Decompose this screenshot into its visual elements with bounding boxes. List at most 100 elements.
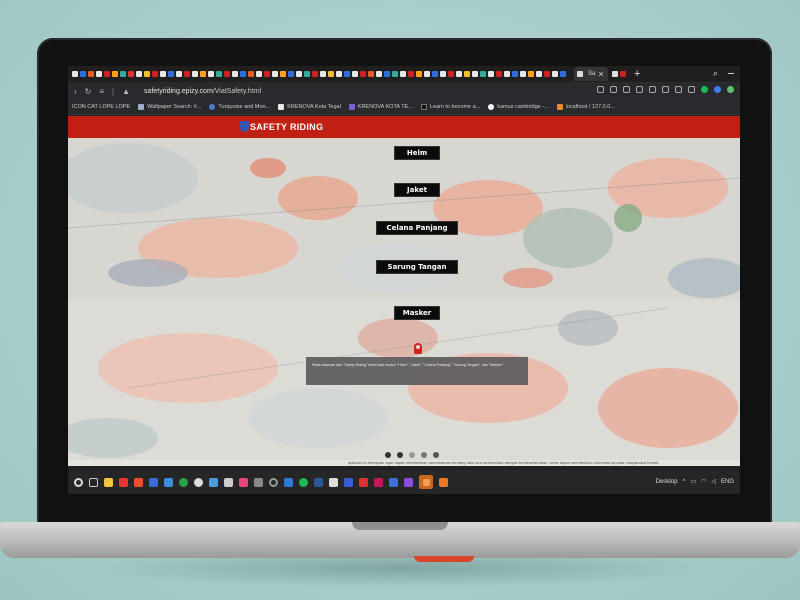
tab-favicon-icon[interactable]: [496, 71, 502, 77]
tab-favicon-icon[interactable]: [320, 71, 326, 77]
tab-favicon-icon[interactable]: [144, 71, 150, 77]
tab-favicon-icon[interactable]: [256, 71, 262, 77]
app-icon[interactable]: [359, 477, 368, 487]
word-icon[interactable]: [344, 477, 353, 487]
tab-favicon-icon[interactable]: [192, 71, 198, 77]
tab-favicon-icon[interactable]: [336, 71, 342, 77]
tab-favicon-icon[interactable]: [480, 71, 486, 77]
bookmark-icon[interactable]: [662, 86, 669, 93]
sarung-tangan-button[interactable]: Sarung Tangan: [376, 260, 458, 274]
app-icon[interactable]: [314, 477, 323, 487]
file-explorer-icon[interactable]: [104, 477, 113, 487]
tab-favicon-icon[interactable]: [504, 71, 510, 77]
tab-favicon-icon[interactable]: [176, 71, 182, 77]
app-icon[interactable]: [179, 477, 188, 487]
address-bar[interactable]: safetyriding.epizy.com/ViatSafety.html: [144, 88, 261, 95]
tab-favicon-icon[interactable]: [232, 71, 238, 77]
tab-favicon-icon[interactable]: [184, 71, 190, 77]
tab-favicon-icon[interactable]: [448, 71, 454, 77]
volume-icon[interactable]: ◁: [711, 478, 716, 485]
tab-favicon-icon[interactable]: [88, 71, 94, 77]
app-icon[interactable]: [119, 477, 128, 487]
app-icon[interactable]: [254, 477, 263, 487]
location-pin-icon[interactable]: [414, 343, 422, 354]
start-icon[interactable]: [74, 477, 83, 487]
carousel-dot[interactable]: [433, 452, 439, 458]
extension-icon[interactable]: [727, 86, 734, 93]
warning-icon[interactable]: ▲: [122, 87, 130, 96]
tab-favicon-icon[interactable]: [264, 71, 270, 77]
tab-favicon-icon[interactable]: [104, 71, 110, 77]
tab-favicon-icon[interactable]: [560, 71, 566, 77]
tab-favicon-icon[interactable]: [512, 71, 518, 77]
carousel-dot[interactable]: [409, 452, 415, 458]
tab-favicon-icon[interactable]: [472, 71, 478, 77]
tab-favicon-icon[interactable]: [416, 71, 422, 77]
downloads-icon[interactable]: [688, 86, 695, 93]
app-icon[interactable]: [329, 477, 338, 487]
bookmark-item[interactable]: Turquoise and Mon...: [209, 104, 270, 110]
tab-favicon-icon[interactable]: [368, 71, 374, 77]
jaket-button[interactable]: Jaket: [394, 183, 440, 197]
app-icon[interactable]: [269, 477, 278, 487]
tab-favicon-icon[interactable]: [352, 71, 358, 77]
translate-icon[interactable]: [610, 86, 617, 93]
desktop-label[interactable]: Desktop: [656, 479, 678, 485]
tab-favicon-icon[interactable]: [288, 71, 294, 77]
active-tab[interactable]: Sa ×: [574, 67, 608, 81]
celana-panjang-button[interactable]: Celana Panjang: [376, 221, 458, 235]
tab-favicon-icon[interactable]: [432, 71, 438, 77]
tab-favicon-icon[interactable]: [552, 71, 558, 77]
tab-favicon-icon[interactable]: [464, 71, 470, 77]
tab-favicon-icon[interactable]: [128, 71, 134, 77]
tab-favicon-icon[interactable]: [536, 71, 542, 77]
camera-icon[interactable]: [623, 86, 630, 93]
tab-favicon-icon[interactable]: [200, 71, 206, 77]
app-icon[interactable]: [239, 477, 248, 487]
tab-favicon-icon[interactable]: [120, 71, 126, 77]
app-icon[interactable]: [149, 477, 158, 487]
tab-favicon-icon[interactable]: [160, 71, 166, 77]
app-icon[interactable]: [194, 477, 203, 487]
helm-button[interactable]: Helm: [394, 146, 440, 160]
carousel-dot[interactable]: [421, 452, 427, 458]
active-app-icon[interactable]: [419, 475, 433, 489]
bookmark-item[interactable]: KRENOVA KOTA TE...: [348, 104, 413, 110]
tab-favicon-icon[interactable]: [280, 71, 286, 77]
tab-favicon-icon[interactable]: [612, 71, 618, 77]
forward-icon[interactable]: ›: [74, 87, 77, 96]
tab-favicon-icon[interactable]: [168, 71, 174, 77]
tab-favicon-icon[interactable]: [456, 71, 462, 77]
tab-search-icon[interactable]: ⌕: [713, 68, 718, 79]
bookmark-item[interactable]: Learn to become a...: [420, 104, 480, 110]
tab-favicon-icon[interactable]: [240, 71, 246, 77]
tab-favicon-icon[interactable]: [520, 71, 526, 77]
masker-button[interactable]: Masker: [394, 306, 440, 320]
close-icon[interactable]: ×: [598, 69, 603, 79]
tab-favicon-icon[interactable]: [488, 71, 494, 77]
tab-favicon-icon[interactable]: [392, 71, 398, 77]
tab-favicon-icon[interactable]: [72, 71, 78, 77]
tab-favicon-icon[interactable]: [248, 71, 254, 77]
tab-favicon-icon[interactable]: [376, 71, 382, 77]
bookmark-item[interactable]: KRENOVA Kota Tegal: [278, 104, 341, 110]
bookmark-item[interactable]: localhost / 127.0.0...: [556, 104, 615, 110]
chevron-up-icon[interactable]: ^: [683, 479, 686, 485]
carousel-dot[interactable]: [385, 452, 391, 458]
tab-favicon-icon[interactable]: [384, 71, 390, 77]
tab-favicon-icon[interactable]: [224, 71, 230, 77]
extension-icon[interactable]: [714, 86, 721, 93]
tab-favicon-icon[interactable]: [296, 71, 302, 77]
minimize-icon[interactable]: [728, 73, 734, 74]
carousel-dot[interactable]: [397, 452, 403, 458]
tab-favicon-icon[interactable]: [424, 71, 430, 77]
language-indicator[interactable]: ENG: [721, 479, 734, 485]
app-icon[interactable]: [374, 477, 383, 487]
vscode-icon[interactable]: [284, 477, 293, 487]
menu-icon[interactable]: ≡: [99, 87, 104, 96]
extension-icon[interactable]: [701, 86, 708, 93]
tab-favicon-icon[interactable]: [112, 71, 118, 77]
tab-favicon-icon[interactable]: [408, 71, 414, 77]
settings-icon[interactable]: [636, 86, 643, 93]
bookmark-item[interactable]: kamus cambridge -...: [488, 104, 549, 110]
